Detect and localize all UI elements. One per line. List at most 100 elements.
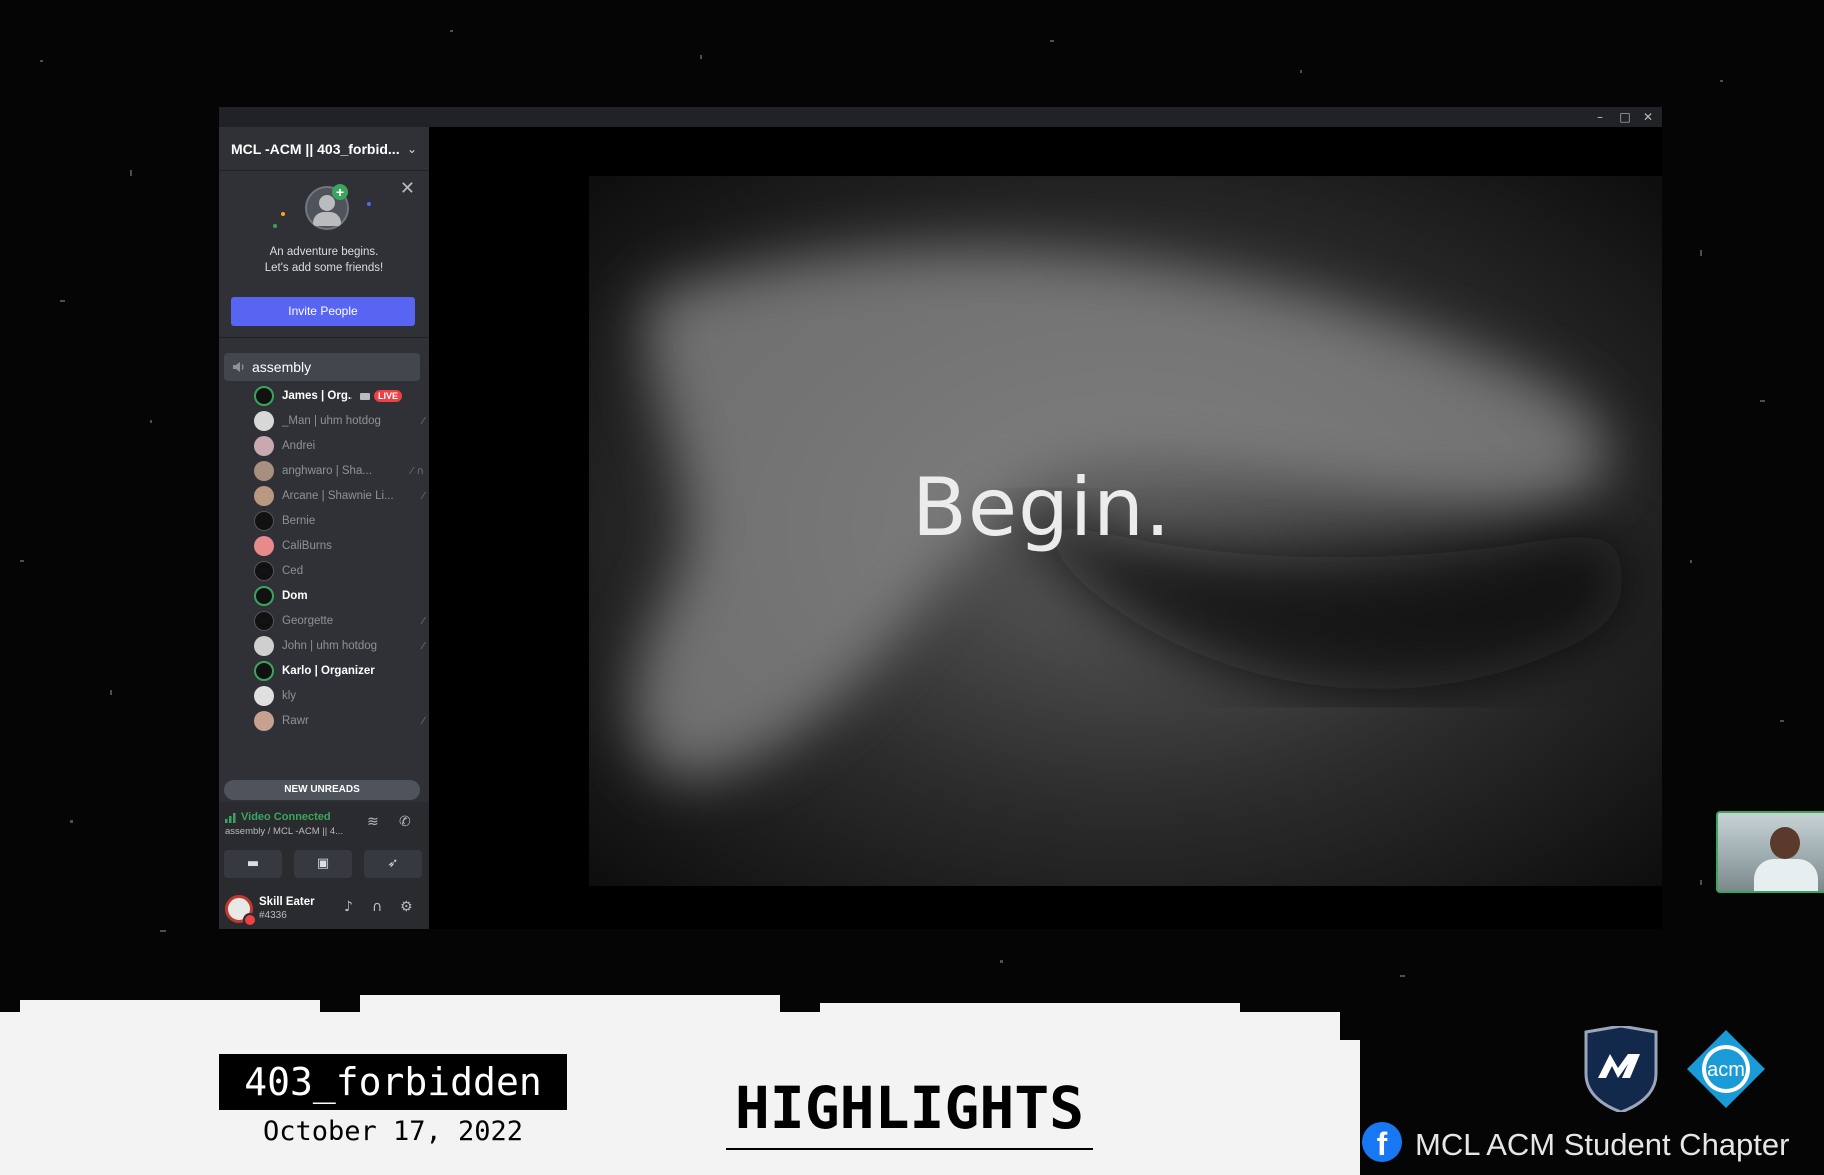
brush-edge <box>820 1003 1240 1013</box>
invite-card: ✕ + An adventure begins. Let's add some … <box>219 172 429 338</box>
brush-edge <box>360 995 780 1013</box>
self-video-tile[interactable] <box>1716 811 1824 893</box>
mapua-shield-logo <box>1584 1026 1658 1112</box>
connection-status: Video Connected <box>241 811 331 823</box>
avatar <box>254 636 274 656</box>
avatar <box>254 461 274 481</box>
speaker-icon <box>233 362 244 372</box>
member-name: kly <box>282 690 297 702</box>
mic-muted-icon: ⁄ <box>422 490 424 502</box>
connection-channel: assembly / MCL -ACM || 4... <box>225 826 344 837</box>
member-item[interactable]: _Man | uhm hotdog ⁄ <box>254 409 424 433</box>
member-item[interactable]: John | uhm hotdog ⁄ <box>254 634 424 658</box>
mic-muted-icon: ⁄ <box>422 715 424 727</box>
event-date: October 17, 2022 <box>262 1116 524 1147</box>
screen-share-button[interactable]: ▣ <box>294 850 352 878</box>
username: Skill Eater <box>259 896 315 908</box>
avatar <box>254 486 274 506</box>
member-item[interactable]: kly <box>254 684 424 708</box>
mic-muted-icon: ⁄ <box>422 640 424 652</box>
avatar <box>254 536 274 556</box>
shared-screen[interactable]: Begin. <box>589 176 1662 886</box>
member-name: Georgette <box>282 615 334 627</box>
org-facebook-name: MCL ACM Student Chapter <box>1415 1127 1790 1162</box>
user-tag: #4336 <box>259 910 287 921</box>
acm-logo: acm <box>1687 1030 1765 1108</box>
member-name: Arcane | Shawnie Li... <box>282 490 394 502</box>
avatar <box>254 561 274 581</box>
channel-name: assembly <box>252 359 312 375</box>
server-header[interactable]: MCL -ACM || 403_forbid... ⌄ <box>219 127 429 171</box>
invite-card-line1: An adventure begins. <box>269 246 379 258</box>
avatar <box>254 511 274 531</box>
avatar <box>254 386 274 406</box>
camera-icon <box>360 392 370 400</box>
avatar <box>254 411 274 431</box>
member-item[interactable]: CaliBurns <box>254 534 424 558</box>
avatar <box>254 711 274 731</box>
stream-stage: Begin. <box>429 127 1824 929</box>
settings-gear-icon[interactable]: ⚙ <box>400 899 413 915</box>
add-friend-icon: + <box>332 184 348 200</box>
invite-people-button[interactable]: Invite People <box>231 297 415 326</box>
event-name: 403_forbidden <box>244 1060 542 1104</box>
mic-muted-icon: ⁄ <box>411 465 413 477</box>
voice-connection-panel: Video Connected assembly / MCL -ACM || 4… <box>219 802 429 888</box>
member-name: Rawr <box>282 715 309 727</box>
close-window-button[interactable]: ✕ <box>1638 109 1658 125</box>
mic-muted-icon: ⁄ <box>422 615 424 627</box>
avatar <box>254 611 274 631</box>
microphone-icon[interactable]: ♪ <box>344 899 353 915</box>
mic-muted-icon: ⁄ <box>422 415 424 427</box>
brush-edge <box>1300 1040 1360 1175</box>
channel-sidebar: MCL -ACM || 403_forbid... ⌄ ✕ + An adven… <box>219 127 429 929</box>
live-badge: LIVE <box>374 390 403 402</box>
facebook-icon: f <box>1362 1122 1402 1162</box>
event-name-box: 403_forbidden <box>219 1054 567 1110</box>
avatar <box>254 686 274 706</box>
maximize-button[interactable]: □ <box>1615 109 1635 125</box>
member-item[interactable]: Georgette ⁄ <box>254 609 424 633</box>
member-name: Karlo | Organizer <box>282 665 375 677</box>
minimize-button[interactable]: – <box>1590 109 1610 125</box>
member-item[interactable]: James | Org... LIVE <box>254 384 424 408</box>
noise-suppression-icon[interactable]: ≋ <box>367 814 379 830</box>
member-item[interactable]: Karlo | Organizer <box>254 659 424 683</box>
new-unreads-pill[interactable]: NEW UNREADS <box>224 780 420 800</box>
decor-dot <box>367 202 371 206</box>
voice-channel-assembly[interactable]: assembly <box>224 353 420 381</box>
member-item[interactable]: anghwaro | Sha... ⁄ ∩ <box>254 459 424 483</box>
member-name: Dom <box>282 590 308 602</box>
member-name: Bernie <box>282 515 316 527</box>
member-item[interactable]: Ced <box>254 559 424 583</box>
highlights-banner <box>0 1012 1340 1175</box>
headset-deafened-icon: ∩ <box>416 465 424 477</box>
title-bar: – □ ✕ <box>219 107 1662 127</box>
highlights-heading: HIGHLIGHTS <box>726 1074 1093 1150</box>
headphones-icon[interactable]: ∩ <box>372 899 382 915</box>
disconnect-icon[interactable]: ✆ <box>399 814 411 830</box>
member-name: CaliBurns <box>282 540 332 552</box>
member-item[interactable]: Arcane | Shawnie Li... ⁄ <box>254 484 424 508</box>
acm-logo-text: acm <box>1707 1059 1745 1081</box>
member-item[interactable]: Dom <box>254 584 424 608</box>
chevron-down-icon: ⌄ <box>406 141 417 156</box>
member-name: John | uhm hotdog <box>282 640 378 652</box>
slide-title: Begin. <box>912 461 1172 554</box>
member-name: James | Org... <box>282 390 352 402</box>
avatar <box>254 586 274 606</box>
invite-card-line2: Let's add some friends! <box>264 262 384 274</box>
avatar <box>254 661 274 681</box>
activity-button[interactable]: ➶ <box>364 850 422 878</box>
member-item[interactable]: Bernie <box>254 509 424 533</box>
camera-button[interactable]: ▬ <box>224 850 282 878</box>
close-icon[interactable]: ✕ <box>400 178 415 199</box>
server-name: MCL -ACM || 403_forbid... <box>231 140 400 157</box>
member-item[interactable]: Rawr ⁄ <box>254 709 424 733</box>
decor-dot <box>281 212 285 216</box>
brush-edge <box>20 1000 320 1014</box>
decor-dot <box>273 224 277 228</box>
member-name: _Man | uhm hotdog <box>282 415 381 427</box>
member-item[interactable]: Andrei <box>254 434 424 458</box>
member-name: Ced <box>282 565 304 577</box>
